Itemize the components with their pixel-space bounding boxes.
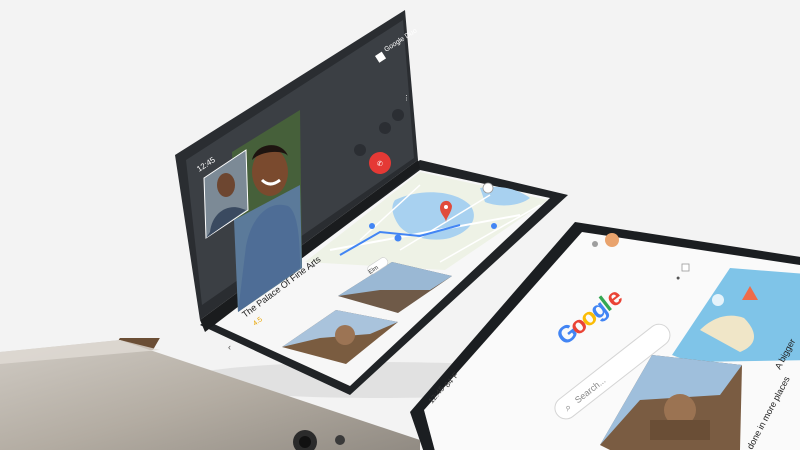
silver-device: [0, 340, 420, 450]
rear-sensor: [335, 435, 345, 445]
product-photo: ✆ ⋮ 12:45 Google Duo The Palace Of Fine …: [0, 0, 800, 450]
